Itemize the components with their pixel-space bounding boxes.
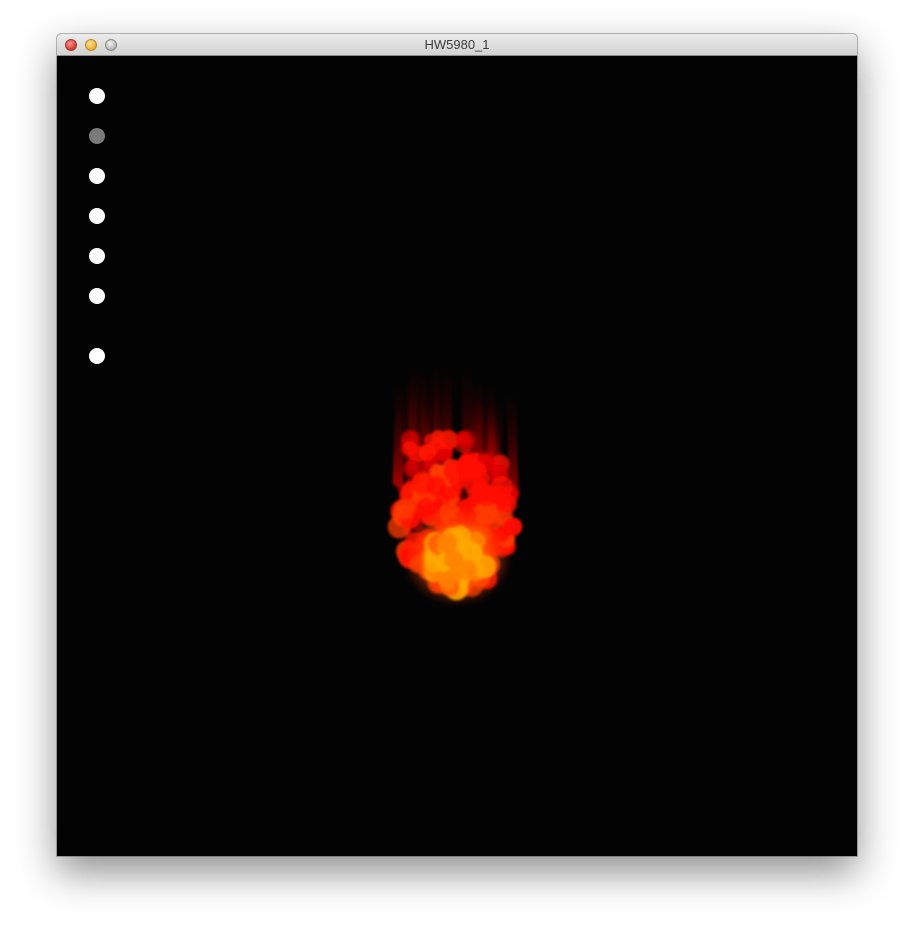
fire-particle: [447, 468, 469, 489]
title-bar[interactable]: HW5980_1: [57, 34, 857, 56]
control-dot-1[interactable]: [89, 88, 105, 104]
control-dot-5[interactable]: [89, 248, 105, 264]
fire-core-particle: [456, 559, 477, 581]
fire-particle: [498, 494, 517, 513]
fire-particle-system: [387, 351, 523, 606]
fire-particle: [477, 483, 495, 501]
fire-particle: [503, 517, 523, 537]
control-dot-6[interactable]: [89, 288, 105, 304]
fire-core-particle: [423, 553, 443, 573]
particle-trail: [392, 372, 407, 488]
control-dot-7[interactable]: [89, 348, 105, 364]
fire-particle: [431, 429, 445, 443]
window-title: HW5980_1: [424, 37, 490, 52]
fire-particle: [411, 471, 435, 495]
fire-particle: [402, 440, 418, 456]
fire-core-particle: [437, 532, 458, 553]
sketch-canvas[interactable]: [57, 56, 857, 856]
control-dot-2[interactable]: [89, 128, 105, 144]
app-window: HW5980_1: [57, 34, 857, 856]
control-dot-4[interactable]: [89, 208, 105, 224]
fire-particle: [393, 499, 415, 520]
fire-particle: [418, 444, 436, 461]
fire-particle: [469, 461, 487, 479]
fire-particle: [455, 431, 471, 446]
control-dot-3[interactable]: [89, 168, 105, 184]
